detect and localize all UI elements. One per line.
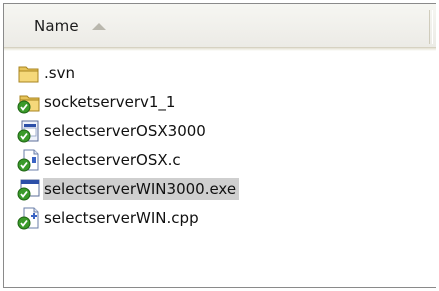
file-name: .svn [44,64,75,82]
file-name: selectserverWIN.cpp [44,209,199,227]
svn-exe-icon [17,177,41,201]
file-name: selectserverWIN3000.exe [43,178,240,200]
file-name: selectserverOSX3000 [44,122,206,140]
file-name: socketserverv1_1 [44,93,176,111]
list-item[interactable]: .svn [17,59,78,87]
file-name: selectserverOSX.c [44,151,181,169]
svn-folder-icon [17,90,41,114]
sort-ascending-icon [91,22,106,30]
svn-cpp-source-icon [17,206,41,230]
file-list-view: Name .svn socketserverv1_1 selectserverO… [3,3,436,288]
list-item[interactable]: selectserverOSX.c [17,146,184,174]
svn-c-source-icon [17,148,41,172]
list-item[interactable]: selectserverOSX3000 [17,117,209,145]
list-item[interactable]: socketserverv1_1 [17,88,178,116]
list-item-selected[interactable]: selectserverWIN3000.exe [17,175,240,203]
name-column-header[interactable]: Name [4,4,429,47]
list-header: Name [4,4,436,51]
name-column-label: Name [34,16,79,35]
svn-file-icon [17,119,41,143]
list-item[interactable]: selectserverWIN.cpp [17,204,202,232]
folder-icon [17,61,41,85]
column-divider[interactable] [429,10,433,44]
